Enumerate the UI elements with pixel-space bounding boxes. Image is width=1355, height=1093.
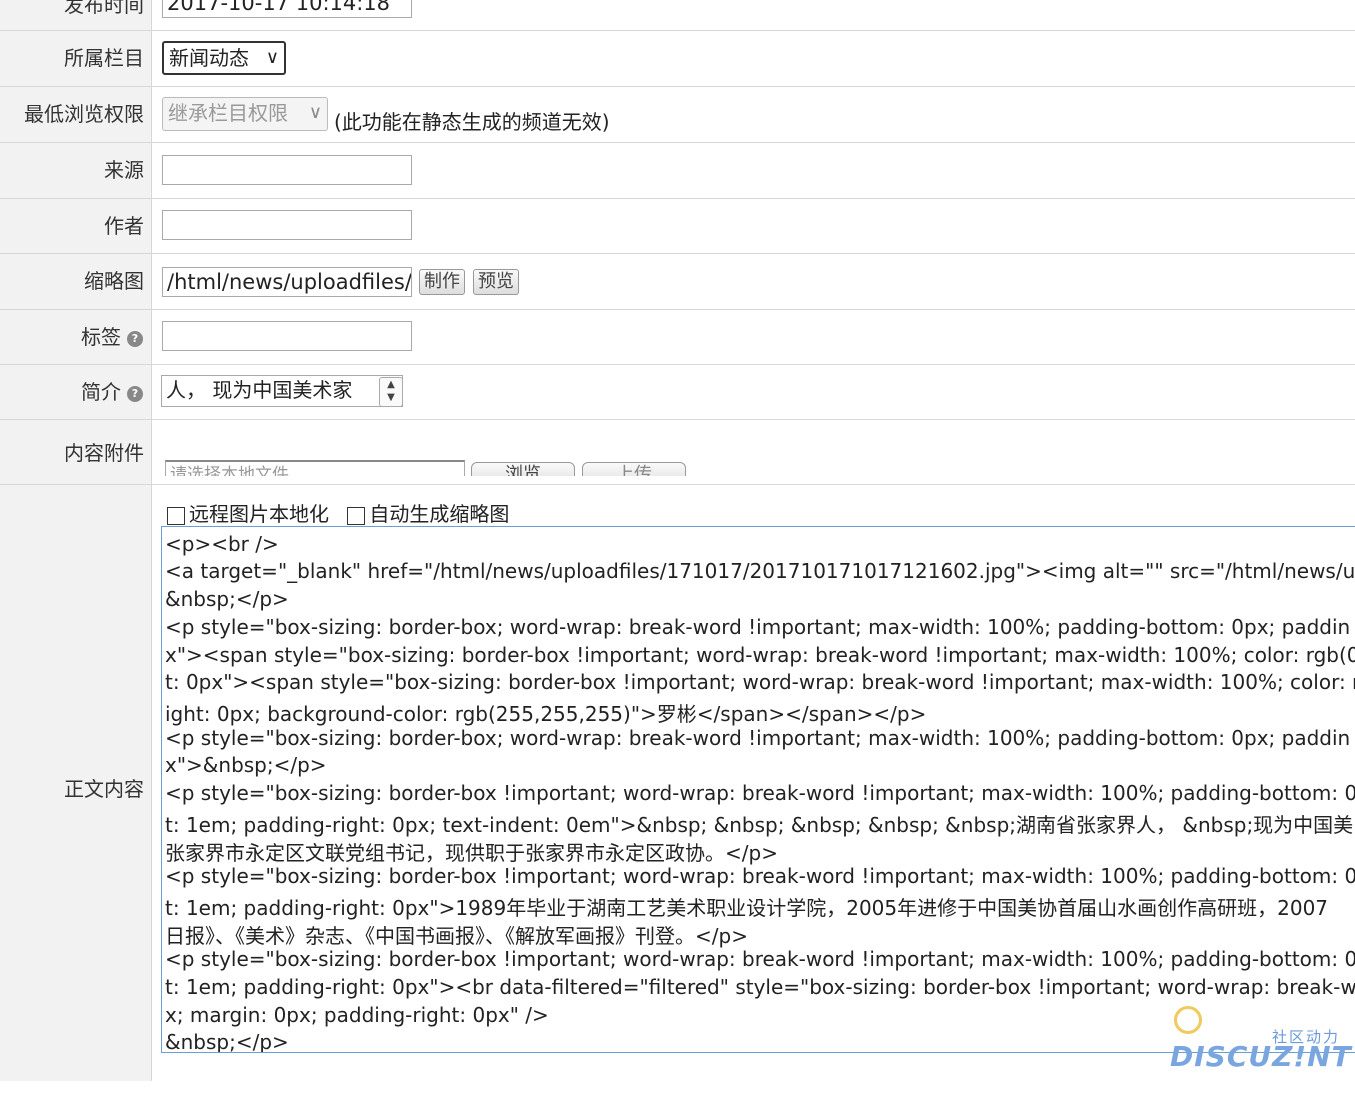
- code-line: <p style="box-sizing: border-box; word-w…: [165, 615, 1351, 639]
- category-select-value: 新闻动态: [169, 46, 249, 70]
- chevron-down-icon: ∨: [265, 47, 279, 68]
- source-input[interactable]: [162, 155, 412, 185]
- tags-input[interactable]: [162, 321, 412, 351]
- row-tags: 标签?: [0, 310, 1355, 365]
- attachment-frame: 请选择本地文件 浏览 上传: [153, 420, 1355, 476]
- row-category: 所属栏目 新闻动态 ∨: [0, 31, 1355, 87]
- author-input[interactable]: [162, 210, 412, 240]
- code-line: x"><span style="box-sizing: border-box !…: [165, 643, 1355, 667]
- category-select[interactable]: 新闻动态 ∨: [162, 41, 286, 75]
- watermark-logo-text: DISCUZ!NT: [1170, 1040, 1352, 1073]
- thumbnail-label: 缩略图: [0, 254, 152, 309]
- lightbulb-icon: [1174, 1006, 1202, 1034]
- preview-thumbnail-button[interactable]: 预览: [473, 269, 519, 295]
- code-line: <p><br />: [165, 532, 279, 556]
- code-line: 日报》、《美术》杂志、《中国书画报》、《解放军画报》刊登。</p>: [165, 924, 748, 948]
- content-label: 正文内容: [0, 485, 152, 1081]
- make-thumbnail-button[interactable]: 制作: [419, 269, 465, 295]
- discuz-watermark: 社区动力 DISCUZ!NT: [1168, 1004, 1352, 1078]
- permission-select[interactable]: 继承栏目权限 ∨: [162, 97, 328, 131]
- publish-time-label: 发布时间: [0, 0, 152, 30]
- row-thumbnail: 缩略图 /html/news/uploadfiles/ 制作 预览: [0, 254, 1355, 310]
- summary-textarea[interactable]: 人， 现为中国美术家: [161, 375, 403, 407]
- permission-select-value: 继承栏目权限: [168, 101, 288, 125]
- code-line: <p style="box-sizing: border-box !import…: [165, 781, 1355, 805]
- upload-button[interactable]: 上传: [582, 462, 686, 476]
- code-line: t: 1em; padding-right: 0px">1989年毕业于湖南工艺…: [165, 896, 1329, 920]
- publish-time-input[interactable]: 2017-10-17 10:14:18: [162, 0, 412, 18]
- chevron-down-icon: ∨: [308, 102, 322, 123]
- attachment-label: 内容附件: [0, 420, 152, 484]
- help-icon[interactable]: ?: [127, 385, 143, 402]
- summary-label-cell: 简介?: [0, 365, 152, 419]
- code-line: <a target="_blank" href="/html/news/uplo…: [165, 559, 1355, 583]
- browse-button[interactable]: 浏览: [471, 462, 575, 476]
- row-publish-time: 发布时间 2017-10-17 10:14:18: [0, 0, 1355, 31]
- row-author: 作者: [0, 199, 1355, 254]
- code-line: <p style="box-sizing: border-box; word-w…: [165, 726, 1351, 750]
- remote-image-checkbox[interactable]: [167, 506, 185, 525]
- code-line: &nbsp;</p>: [165, 1030, 289, 1053]
- code-line: &nbsp;</p>: [165, 587, 289, 611]
- code-line: t: 1em; padding-right: 0px; text-indent:…: [165, 813, 1354, 837]
- textarea-spinner-icon[interactable]: ▲ ▼: [379, 377, 403, 407]
- permission-note: (此功能在静态生成的频道无效): [334, 110, 610, 134]
- code-line: t: 0px"><span style="box-sizing: border-…: [165, 670, 1355, 694]
- thumbnail-input[interactable]: /html/news/uploadfiles/: [162, 267, 412, 297]
- row-content: 正文内容 远程图片本地化 自动生成缩略图 <p><br /> <a target…: [0, 485, 1355, 1081]
- code-line: 张家界市永定区文联党组书记，现供职于张家界市永定区政协。</p>: [165, 841, 778, 865]
- help-icon[interactable]: ?: [127, 330, 143, 347]
- row-summary: 简介? 人， 现为中国美术家 ▲ ▼: [0, 365, 1355, 420]
- tags-label-cell: 标签?: [0, 310, 152, 364]
- code-line: ight: 0px; background-color: rgb(255,255…: [165, 702, 927, 726]
- permission-label: 最低浏览权限: [0, 87, 152, 142]
- tags-label: 标签: [81, 325, 121, 349]
- category-label: 所属栏目: [0, 31, 152, 86]
- source-label: 来源: [0, 143, 152, 198]
- auto-thumbnail-checkbox[interactable]: [347, 506, 366, 525]
- author-label: 作者: [0, 199, 152, 253]
- summary-text: 人， 现为中国美术家: [166, 378, 353, 402]
- summary-label: 简介: [81, 380, 121, 404]
- row-permission: 最低浏览权限 继承栏目权限 ∨ (此功能在静态生成的频道无效): [0, 87, 1355, 143]
- row-source: 来源: [0, 143, 1355, 199]
- code-line: x">&nbsp;</p>: [165, 753, 327, 777]
- code-line: t: 1em; padding-right: 0px"><br data-fil…: [165, 975, 1355, 999]
- attachment-file-input[interactable]: 请选择本地文件: [165, 460, 465, 476]
- auto-thumbnail-option-label: 自动生成缩略图: [369, 502, 510, 526]
- row-attachment: 内容附件 请选择本地文件 浏览 上传: [0, 420, 1355, 485]
- code-line: <p style="box-sizing: border-box !import…: [165, 864, 1355, 888]
- content-editor[interactable]: <p><br /> <a target="_blank" href="/html…: [161, 526, 1355, 1053]
- content-options: 远程图片本地化 自动生成缩略图: [167, 498, 509, 527]
- remote-image-option-label: 远程图片本地化: [189, 502, 329, 526]
- code-line: <p style="box-sizing: border-box !import…: [165, 947, 1355, 971]
- code-line: x; margin: 0px; padding-right: 0px" />: [165, 1003, 549, 1027]
